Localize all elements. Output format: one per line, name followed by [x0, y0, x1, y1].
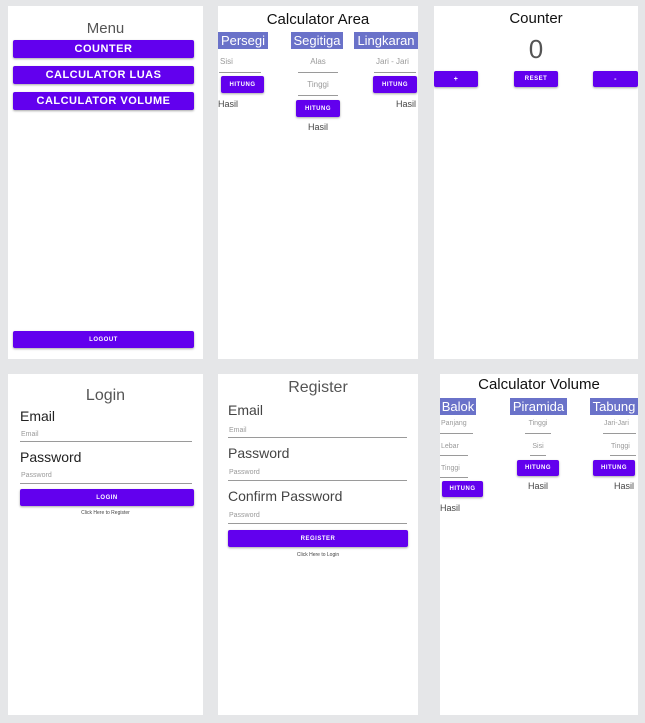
reset-button[interactable]: RESET [514, 71, 558, 87]
tabung-hitung-button[interactable]: HITUNG [593, 460, 635, 476]
calculator-area-screen: Calculator Area Persegi Segitiga Lingkar… [218, 6, 418, 359]
menu-screen: Menu COUNTER CALCULATOR LUAS CALCULATOR … [8, 6, 203, 359]
piramida-header: Piramida [510, 398, 567, 415]
confirm-password-field[interactable]: Password [229, 512, 260, 519]
login-screen: Login Email Email Password Password LOGI… [8, 374, 203, 715]
logout-button[interactable]: LOGOUT [13, 331, 194, 348]
balok-tinggi-input[interactable]: Tinggi [441, 465, 460, 472]
tabung-tinggi-input[interactable]: Tinggi [611, 443, 630, 450]
register-password-label: Password [228, 445, 290, 461]
calculator-volume-screen: Calculator Volume Balok Piramida Tabung … [440, 374, 638, 715]
register-screen: Register Email Email Password Password C… [218, 374, 418, 715]
sisi-underline [219, 72, 261, 73]
piramida-tinggi-input[interactable]: Tinggi [518, 420, 558, 427]
jari-jari-input[interactable]: Jari - Jari [376, 57, 409, 66]
register-password-underline [228, 480, 407, 481]
counter-screen: Counter 0 + RESET - [434, 6, 638, 359]
lingkaran-hitung-button[interactable]: HITUNG [373, 76, 417, 93]
tinggi-underline [298, 95, 338, 96]
register-email-underline [228, 437, 407, 438]
password-label: Password [20, 449, 82, 465]
increment-button[interactable]: + [434, 71, 478, 87]
email-field[interactable]: Email [21, 431, 39, 438]
balok-result: Hasil [440, 503, 461, 513]
tabung-result: Hasil [614, 481, 635, 491]
counter-title: Counter [509, 10, 563, 27]
calculator-volume-button[interactable]: CALCULATOR VOLUME [13, 92, 194, 110]
register-link[interactable]: Click Here to Register [8, 510, 203, 516]
email-label: Email [20, 408, 56, 424]
email-underline [20, 441, 192, 442]
tabung-tinggi-underline [610, 455, 636, 456]
lebar-underline [440, 455, 468, 456]
piramida-result: Hasil [527, 481, 548, 491]
persegi-result: Hasil [218, 99, 239, 109]
password-field[interactable]: Password [21, 472, 52, 479]
alas-input[interactable]: Alas [298, 57, 338, 66]
segitiga-header: Segitiga [291, 32, 343, 49]
confirm-password-label: Confirm Password [228, 488, 343, 504]
calculator-luas-button[interactable]: CALCULATOR LUAS [13, 66, 194, 84]
balok-header: Balok [440, 398, 476, 415]
tabung-header: Tabung [590, 398, 638, 415]
register-email-field[interactable]: Email [229, 427, 247, 434]
decrement-button[interactable]: - [593, 71, 638, 87]
login-link[interactable]: Click Here to Login [218, 552, 418, 558]
counter-button[interactable]: COUNTER [13, 40, 194, 58]
piramida-sisi-input[interactable]: Sisi [518, 443, 558, 450]
segitiga-result: Hasil [307, 122, 328, 132]
persegi-header: Persegi [218, 32, 268, 49]
password-underline [20, 483, 192, 484]
balok-tinggi-underline [440, 477, 468, 478]
balok-hitung-button[interactable]: HITUNG [442, 481, 483, 497]
alas-underline [298, 72, 338, 73]
piramida-hitung-button[interactable]: HITUNG [517, 460, 559, 476]
tinggi-input[interactable]: Tinggi [298, 80, 338, 89]
register-title: Register [288, 379, 348, 396]
tabung-jari-jari-underline [603, 433, 636, 434]
register-email-label: Email [228, 402, 264, 418]
counter-value: 0 [528, 34, 544, 64]
register-button[interactable]: REGISTER [228, 530, 408, 547]
panjang-underline [440, 433, 473, 434]
segitiga-hitung-button[interactable]: HITUNG [296, 100, 340, 117]
area-title: Calculator Area [266, 11, 370, 28]
tabung-jari-jari-input[interactable]: Jari-Jari [604, 420, 629, 427]
confirm-password-underline [228, 523, 407, 524]
panjang-input[interactable]: Panjang [441, 420, 467, 427]
menu-title: Menu [86, 20, 125, 37]
lingkaran-header: Lingkaran [354, 32, 418, 49]
persegi-hitung-button[interactable]: HITUNG [221, 76, 264, 93]
lebar-input[interactable]: Lebar [441, 443, 459, 450]
sisi-input[interactable]: Sisi [220, 57, 233, 66]
piramida-sisi-underline [530, 455, 546, 456]
register-password-field[interactable]: Password [229, 469, 260, 476]
jari-jari-underline [374, 72, 416, 73]
piramida-tinggi-underline [525, 433, 551, 434]
login-title: Login [85, 387, 126, 404]
volume-title: Calculator Volume [478, 376, 600, 393]
lingkaran-result: Hasil [396, 99, 417, 109]
login-button[interactable]: LOGIN [20, 489, 194, 506]
